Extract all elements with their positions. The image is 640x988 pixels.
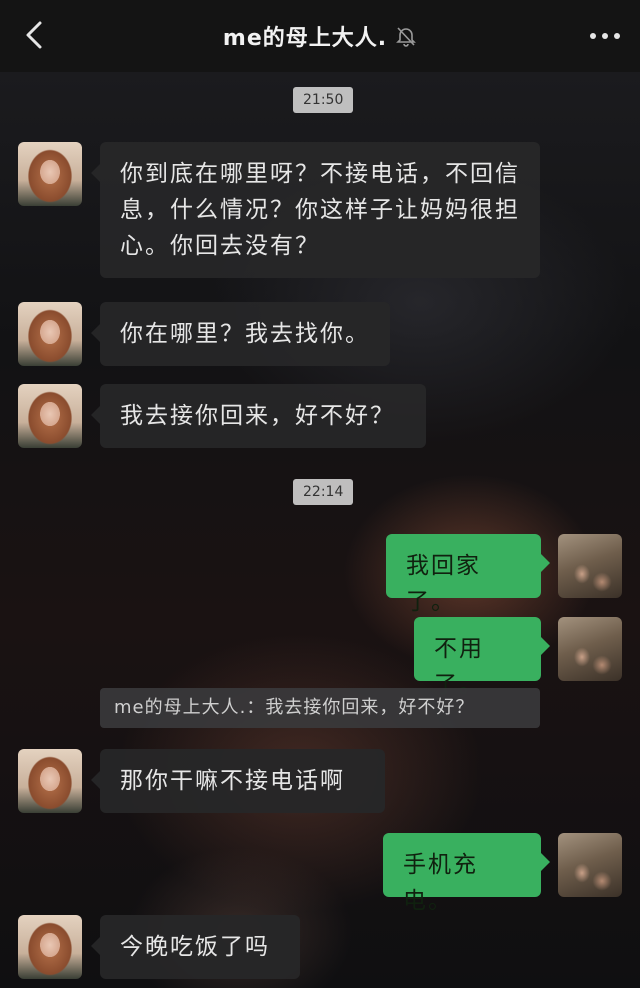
avatar-mom[interactable] (18, 915, 82, 979)
message-bubble-received[interactable]: 我去接你回来，好不好？ (91, 384, 426, 448)
message-bubble-received[interactable]: 你在哪里？我去找你。 (91, 302, 390, 366)
avatar-mom[interactable] (18, 384, 82, 448)
avatar-mom[interactable] (18, 302, 82, 366)
chevron-left-icon[interactable] (22, 20, 48, 50)
timestamp: 22:14 (293, 479, 354, 505)
bell-off-icon (396, 27, 417, 47)
avatar-me[interactable] (558, 617, 622, 681)
message-bubble-sent[interactable]: 我回家了。 (386, 534, 550, 615)
avatar-me[interactable] (558, 833, 622, 897)
chat-title-group[interactable]: me的母上大人. (223, 20, 417, 52)
timestamp: 21:50 (293, 87, 354, 113)
top-bar: me的母上大人. (0, 0, 640, 72)
avatar-mom[interactable] (18, 749, 82, 813)
avatar-mom[interactable] (18, 142, 82, 206)
chat-title: me的母上大人. (222, 26, 388, 51)
avatar-me[interactable] (558, 534, 622, 598)
more-dots-icon[interactable] (588, 26, 622, 46)
message-bubble-received[interactable]: 你到底在哪里呀？不接电话，不回信息，什么情况？你这样子让妈妈很担心。你回去没有？ (91, 142, 540, 278)
message-bubble-received[interactable]: 那你干嘛不接电话啊 (91, 749, 385, 813)
message-bubble-sent[interactable]: 手机充电。 (383, 833, 550, 914)
message-bubble-received[interactable]: 今晚吃饭了吗 (91, 915, 300, 979)
quoted-message[interactable]: me的母上大人.：我去接你回来，好不好？ (100, 688, 540, 728)
message-bubble-sent[interactable]: 不用了。 (414, 617, 550, 698)
